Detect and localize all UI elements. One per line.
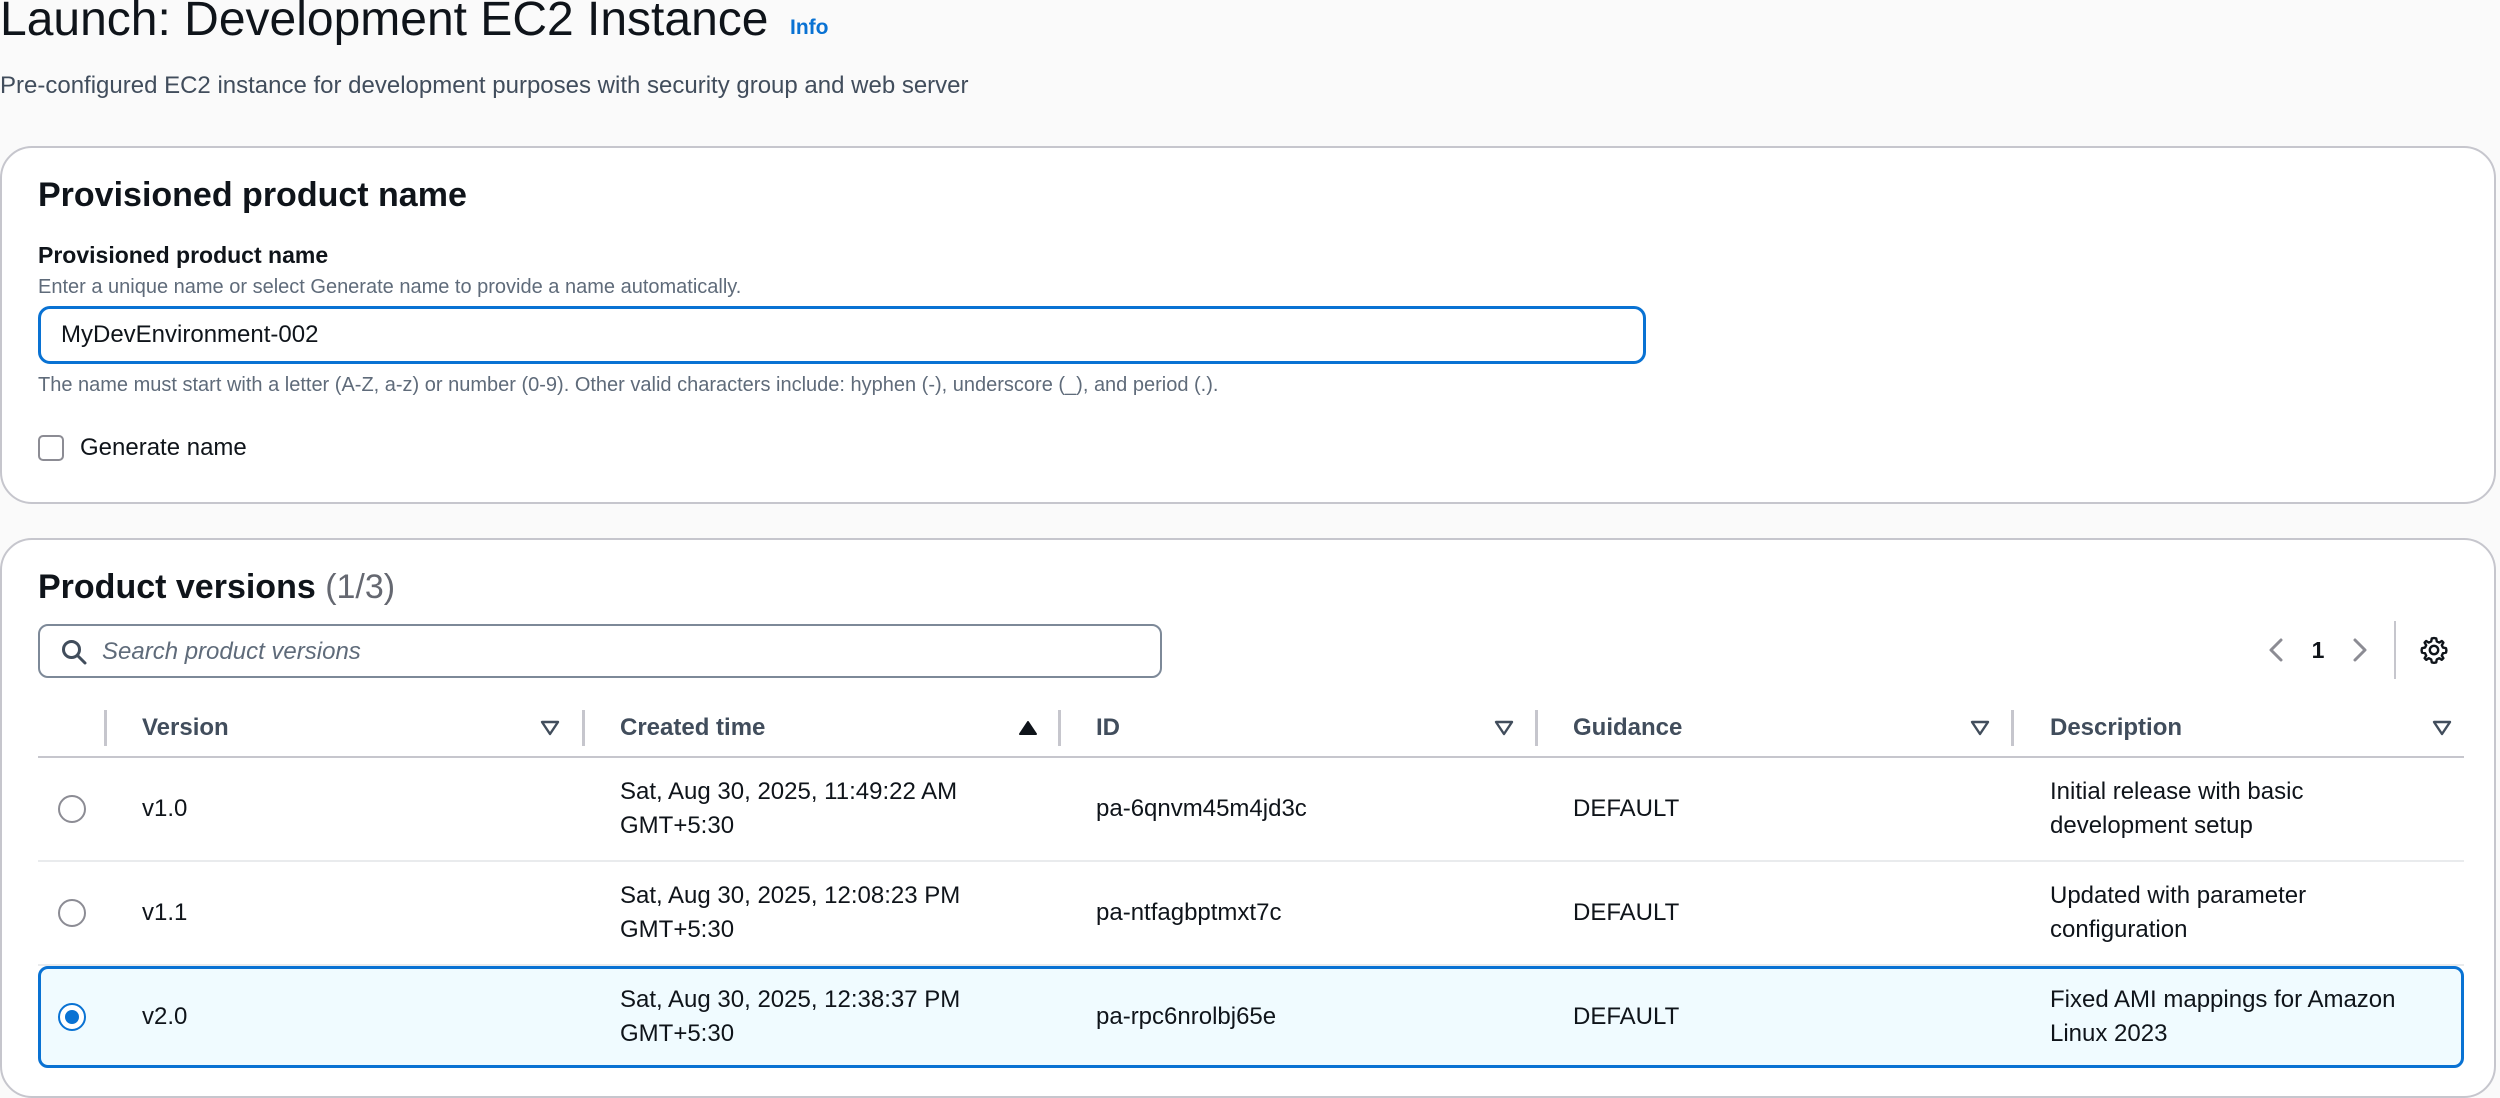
versions-table: Version Created time ID Guidance Descrip…: [38, 700, 2464, 1068]
description-cell: Updated with parameter configuration: [2050, 862, 2306, 964]
column-header-created-time[interactable]: Created time: [620, 700, 1060, 756]
product-versions-panel: Product versions (1/3) 1 Version: [0, 538, 2496, 1098]
field-label: Provisioned product name: [38, 242, 329, 268]
pagination-divider: [2394, 621, 2396, 679]
previous-page-button[interactable]: [2256, 630, 2296, 670]
provisioned-name-panel: Provisioned product name Provisioned pro…: [0, 146, 2496, 504]
table-row[interactable]: v1.0 Sat, Aug 30, 2025, 11:49:22 AM GMT+5…: [38, 758, 2464, 862]
description-cell: Initial release with basic development se…: [2050, 758, 2303, 860]
field-description: Enter a unique name or select Generate n…: [38, 276, 742, 298]
panel-title: Product versions (1/3): [38, 568, 395, 607]
sort-down-icon[interactable]: [1494, 718, 1514, 738]
description-line: configuration: [2050, 916, 2188, 943]
search-box[interactable]: [38, 624, 1162, 678]
column-divider: [1058, 710, 1061, 746]
versions-title: Product versions: [38, 568, 316, 606]
sort-down-icon[interactable]: [540, 718, 560, 738]
page-title: Launch: Development EC2 Instance: [0, 0, 769, 46]
created-time-line: Sat, Aug 30, 2025, 12:38:37 PM: [620, 986, 961, 1013]
column-divider: [104, 710, 107, 746]
page-number[interactable]: 1: [2296, 637, 2340, 664]
column-header-label: ID: [1096, 714, 1120, 741]
row-radio[interactable]: [58, 795, 86, 823]
chevron-right-icon: [2353, 638, 2367, 662]
table-row[interactable]: v1.1 Sat, Aug 30, 2025, 12:08:23 PM GMT+5…: [38, 862, 2464, 966]
row-radio-checked[interactable]: [58, 1003, 86, 1031]
created-time-cell: Sat, Aug 30, 2025, 11:49:22 AM GMT+5:30: [620, 758, 957, 860]
id-cell: pa-6qnvm45m4jd3c: [1096, 795, 1307, 822]
generate-name-label[interactable]: Generate name: [80, 434, 247, 462]
table-row-selected[interactable]: v2.0 Sat, Aug 30, 2025, 12:38:37 PM GMT+5…: [38, 966, 2464, 1068]
description-line: development setup: [2050, 812, 2253, 839]
description-line: Linux 2023: [2050, 1020, 2168, 1047]
sort-down-icon[interactable]: [2432, 718, 2452, 738]
created-time-cell: Sat, Aug 30, 2025, 12:08:23 PM GMT+5:30: [620, 862, 960, 964]
version-cell: v2.0: [142, 1003, 188, 1030]
created-time-cell: Sat, Aug 30, 2025, 12:38:37 PM GMT+5:30: [620, 969, 960, 1065]
table-header: Version Created time ID Guidance Descrip…: [38, 700, 2464, 758]
id-cell: pa-ntfagbptmxt7c: [1096, 899, 1282, 926]
guidance-cell: DEFAULT: [1573, 899, 1680, 926]
page-subtitle: Pre-configured EC2 instance for developm…: [0, 72, 969, 99]
panel-title: Provisioned product name: [38, 176, 467, 214]
pagination: 1: [2256, 620, 2454, 680]
version-cell: v1.0: [142, 795, 188, 822]
created-time-line: Sat, Aug 30, 2025, 12:08:23 PM: [620, 882, 961, 909]
column-header-description[interactable]: Description: [2050, 700, 2450, 756]
next-page-button[interactable]: [2340, 630, 2380, 670]
gear-icon: [2420, 636, 2448, 664]
description-cell: Fixed AMI mappings for Amazon Linux 2023: [2050, 969, 2396, 1065]
guidance-cell: DEFAULT: [1573, 1003, 1680, 1030]
preferences-button[interactable]: [2414, 630, 2454, 670]
column-header-label: Guidance: [1573, 714, 1683, 741]
version-cell: v1.1: [142, 899, 188, 926]
sort-down-icon[interactable]: [1970, 718, 1990, 738]
column-header-version[interactable]: Version: [142, 700, 582, 756]
selection-count: (1/3): [325, 568, 396, 606]
description-line: Fixed AMI mappings for Amazon: [2050, 986, 2396, 1013]
field-constraint-text: The name must start with a letter (A-Z, …: [38, 374, 1219, 396]
description-line: Initial release with basic: [2050, 778, 2304, 805]
column-header-label: Version: [142, 714, 229, 741]
page-header: Launch: Development EC2 Instance Info Pr…: [0, 0, 2500, 140]
sort-up-icon[interactable]: [1018, 718, 1038, 738]
column-header-label: Created time: [620, 714, 766, 741]
chevron-left-icon: [2269, 638, 2283, 662]
generate-name-checkbox-row[interactable]: Generate name: [38, 434, 247, 462]
description-line: Updated with parameter: [2050, 882, 2307, 909]
column-header-label: Description: [2050, 714, 2183, 741]
column-header-id[interactable]: ID: [1096, 700, 1536, 756]
id-cell: pa-rpc6nrolbj65e: [1096, 1003, 1277, 1030]
created-time-zone: GMT+5:30: [620, 812, 735, 839]
search-icon: [62, 640, 87, 665]
column-divider: [1535, 710, 1538, 746]
column-divider: [582, 710, 585, 746]
generate-name-checkbox[interactable]: [38, 435, 64, 461]
column-header-guidance[interactable]: Guidance: [1573, 700, 2013, 756]
search-input[interactable]: [100, 626, 1144, 678]
created-time-zone: GMT+5:30: [620, 1020, 735, 1047]
guidance-cell: DEFAULT: [1573, 795, 1680, 822]
row-radio[interactable]: [58, 899, 86, 927]
column-divider: [2011, 710, 2014, 746]
created-time-line: Sat, Aug 30, 2025, 11:49:22 AM: [620, 778, 958, 805]
created-time-zone: GMT+5:30: [620, 916, 735, 943]
info-link[interactable]: Info: [790, 16, 828, 40]
provisioned-name-input[interactable]: [38, 306, 1646, 364]
